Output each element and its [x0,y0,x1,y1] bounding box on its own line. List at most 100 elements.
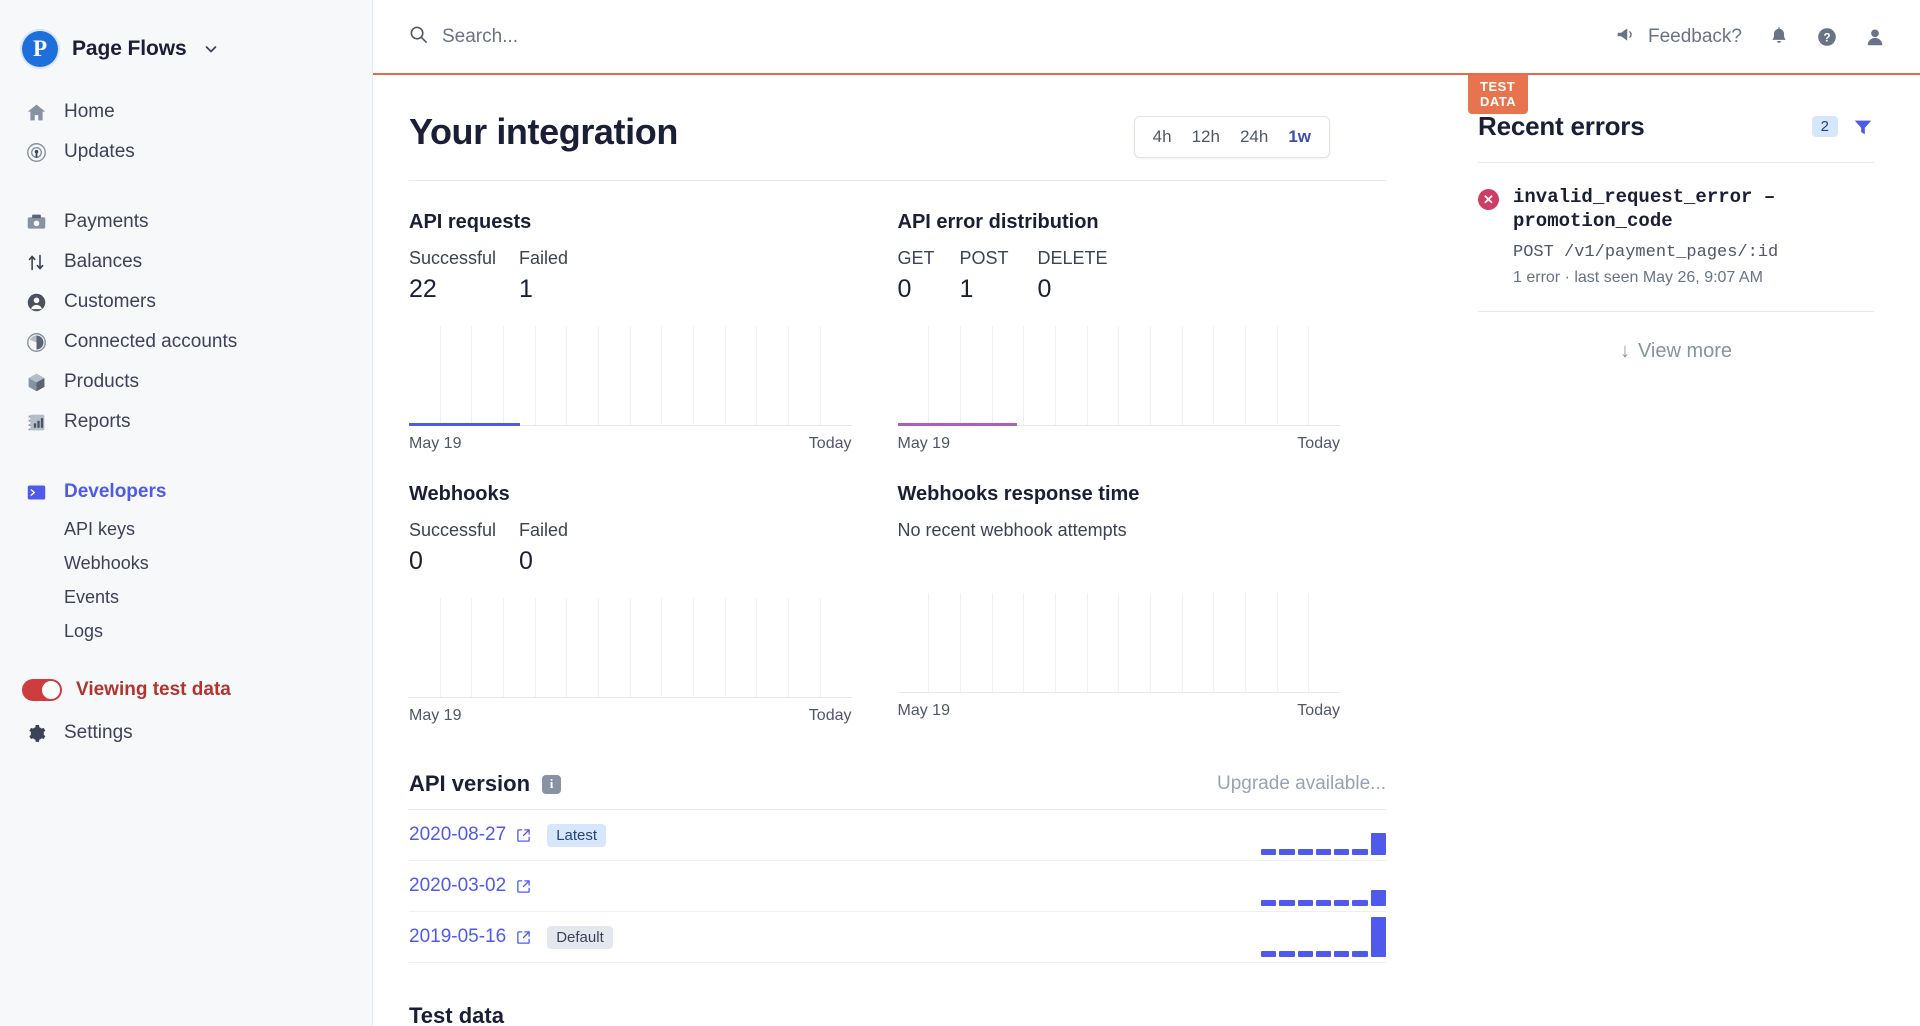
chart-gridlines [898,593,1341,692]
recent-error-title[interactable]: invalid_request_error – promotion_code [1513,185,1874,234]
metric-stat-label: Successful [409,520,497,540]
view-more-label: View more [1637,339,1733,362]
metric-stat-label: Failed [519,520,569,540]
sidebar-item-webhooks[interactable]: Webhooks [0,546,372,580]
api-version-link[interactable]: 2020-08-27 [409,824,506,846]
metric-title: Webhooks [409,483,510,505]
range-24h[interactable]: 24h [1230,127,1278,147]
search-input[interactable]: Search... [409,25,1615,49]
recent-errors-header: Recent errors 2 [1478,111,1874,163]
api-version-row[interactable]: 2020-08-27 Latest [409,810,1386,861]
external-link-icon[interactable] [516,930,531,945]
sidebar-item-payments[interactable]: Payments [0,202,372,242]
metric-stat-value: 1 [959,275,974,303]
recent-error-item[interactable]: ✕ invalid_request_error – promotion_code… [1478,163,1874,312]
chart-line [897,423,1017,426]
sidebar-item-customers[interactable]: Customers [0,282,372,322]
sidebar-item-label: Payments [64,211,149,232]
api-version-link[interactable]: 2019-05-16 [409,926,506,948]
customers-icon [24,290,48,314]
chart-axis: May 19 Today [898,435,1341,453]
main-region: Search... Feedback? ? TEST DATA Your int… [373,0,1920,1026]
axis-start-label: May 19 [897,702,950,719]
recent-errors-title: Recent errors [1478,111,1645,141]
sidebar-item-updates[interactable]: Updates [0,132,372,172]
sidebar-item-logs[interactable]: Logs [0,614,372,648]
metric-stat-value: 0 [1037,275,1052,303]
chart-gridlines [409,326,852,425]
sidebar-item-reports[interactable]: Reports [0,402,372,442]
view-more-button[interactable]: ↓ View more [1478,312,1874,363]
metric-stat-label: Failed [519,248,569,268]
sidebar-subitem-label: Logs [64,620,104,641]
metric-stat-value: 0 [519,547,533,575]
sidebar-item-label: Connected accounts [64,331,238,352]
brand-switcher[interactable]: P Page Flows [0,0,372,76]
sidebar-item-settings[interactable]: Settings [0,712,372,754]
sidebar-item-events[interactable]: Events [0,580,372,614]
api-version-usage-bars [1261,866,1386,906]
metric-series: GET 0 POST 1 DELETE 0 [898,248,1341,304]
external-link-icon[interactable] [516,879,531,894]
api-version-row[interactable]: 2020-03-02 [409,861,1386,912]
feedback-label: Feedback? [1647,25,1742,47]
metric-stat-value: 0 [409,547,423,575]
api-version-row-left: 2020-08-27 Latest [409,823,607,847]
terminal-icon [24,480,48,504]
recent-errors-count-badge: 2 [1811,116,1838,137]
metrics-row-1: API requests Successful 22 Failed 1 May … [409,181,1386,453]
range-12h[interactable]: 12h [1182,127,1230,147]
api-version-section: API version i Upgrade available... 2020-… [409,771,1386,963]
sidebar-item-developers[interactable]: Developers [0,472,372,512]
account-icon[interactable] [1864,26,1886,48]
upgrade-available-link[interactable]: Upgrade available... [1217,773,1386,795]
recent-error-meta: 1 error · last seen May 26, 9:07 AM [1513,268,1763,286]
axis-end-label: Today [1297,435,1340,452]
api-version-link[interactable]: 2020-03-02 [409,875,506,897]
home-icon [24,100,48,124]
recent-error-path: POST /v1/payment_pages/:id [1513,242,1779,262]
recent-errors-header-actions: 2 [1811,116,1874,138]
brand-logo: P [22,31,58,67]
api-version-row-left: 2019-05-16 Default [409,925,613,949]
sparkline-chart [897,326,1340,426]
range-1w[interactable]: 1w [1278,127,1321,147]
toggle-switch[interactable] [22,679,62,701]
sidebar-primary-nav: Home Updates [0,92,372,172]
help-icon[interactable]: ? [1816,26,1838,48]
api-version-row[interactable]: 2019-05-16 Default [409,912,1386,963]
sidebar-item-connected-accounts[interactable]: Connected accounts [0,322,372,362]
sidebar-item-api-keys[interactable]: API keys [0,512,372,546]
metric-series: Successful 22 Failed 1 [409,248,852,304]
sidebar-item-balances[interactable]: Balances [0,242,372,282]
sidebar-item-label: Reports [64,411,131,432]
search-icon [409,25,428,49]
sidebar-subitem-label: Webhooks [64,552,149,573]
topbar: Search... Feedback? ? [373,0,1920,75]
balances-icon [24,250,48,274]
filter-icon[interactable] [1852,116,1874,138]
sidebar-item-home[interactable]: Home [0,92,372,132]
chart-axis: May 19 Today [409,707,852,725]
metric-card-api-error-distribution: API error distribution GET 0 POST 1 DELE… [897,181,1387,453]
metric-card-webhooks: Webhooks Successful 0 Failed 0 May 19 To… [409,453,898,725]
test-data-section: Test data [409,1003,1442,1026]
arrow-down-icon: ↓ [1619,339,1630,362]
info-icon[interactable]: i [542,774,562,794]
test-data-toggle[interactable]: Viewing test data [0,668,372,712]
sidebar-item-products[interactable]: Products [0,362,372,402]
chart-axis: May 19 Today [898,702,1341,720]
sidebar-item-label: Settings [64,722,133,743]
sidebar-subitem-label: Events [64,586,120,607]
connected-accounts-icon [24,330,48,354]
time-range-selector[interactable]: 4h 12h 24h 1w [1133,116,1330,158]
topbar-actions: Feedback? ? [1615,24,1886,50]
metric-stat: Failed 0 [519,520,568,576]
feedback-button[interactable]: Feedback? [1615,24,1742,50]
external-link-icon[interactable] [516,828,531,843]
bell-icon[interactable] [1768,26,1790,48]
range-4h[interactable]: 4h [1143,127,1182,147]
toggle-knob [42,681,60,699]
page-header: Your integration 4h 12h 24h 1w [409,75,1386,181]
api-version-usage-bars [1261,917,1386,957]
